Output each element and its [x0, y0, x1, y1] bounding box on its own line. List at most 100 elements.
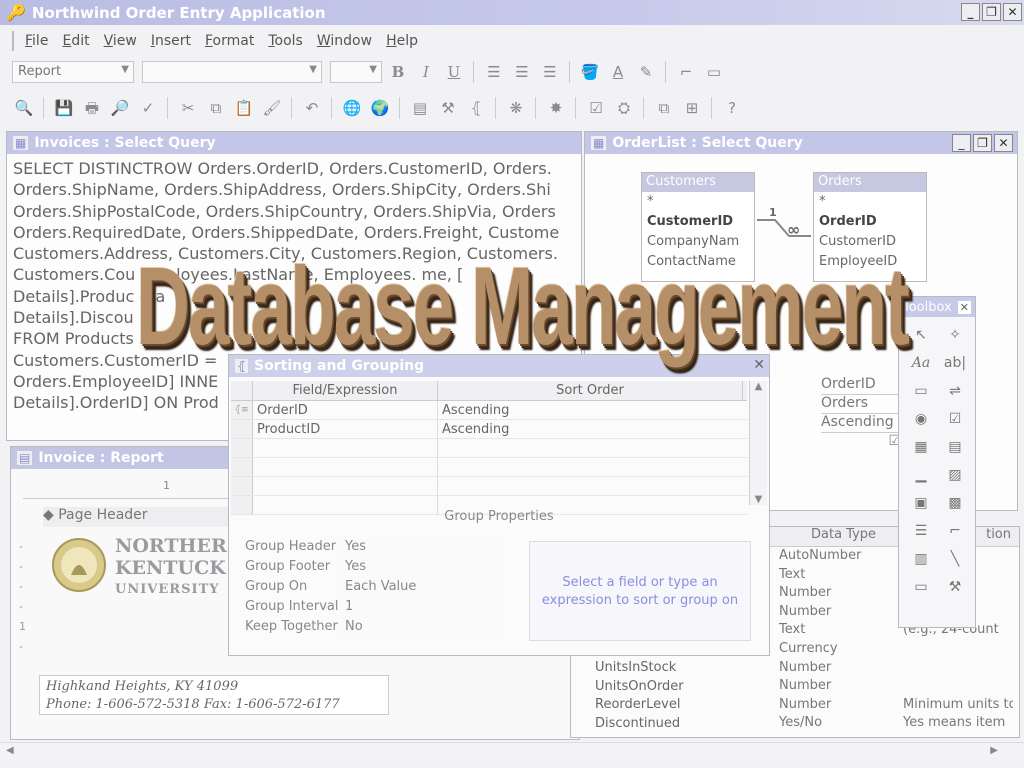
- sort-grid-row[interactable]: [231, 439, 747, 458]
- menu-file[interactable]: File: [25, 33, 48, 49]
- sort-field-cell[interactable]: [253, 477, 438, 495]
- undo-icon[interactable]: ↶: [300, 96, 324, 120]
- control-wizards-icon[interactable]: ✧: [941, 323, 969, 347]
- sort-field-cell[interactable]: OrderID: [253, 401, 438, 419]
- description-cell[interactable]: [903, 640, 1013, 659]
- insert-hyperlink-icon[interactable]: 🌐: [340, 96, 364, 120]
- size-combo[interactable]: ▼: [330, 61, 382, 83]
- group-property-row[interactable]: Group On Each Value: [229, 579, 519, 599]
- format-painter-icon[interactable]: 🖌: [260, 96, 284, 120]
- label-tool-icon[interactable]: Aa: [907, 351, 935, 375]
- data-type-cell[interactable]: Number: [779, 696, 899, 715]
- sorting-grouping-window[interactable]: ⦃ Sorting and Grouping ✕ Field/Expressio…: [228, 354, 770, 656]
- sort-grid-row[interactable]: ⦃≡ OrderID Ascending: [231, 401, 747, 420]
- description-cell[interactable]: Yes means item: [903, 714, 1013, 733]
- spelling-icon[interactable]: ✓: [136, 96, 160, 120]
- sort-grid-scrollbar[interactable]: ▲ ▼: [749, 381, 767, 505]
- group-property-row[interactable]: Keep Together No: [229, 619, 519, 639]
- scroll-right-icon[interactable]: ▶: [990, 745, 998, 756]
- border-width-icon[interactable]: ⌐: [674, 60, 698, 84]
- sort-order-cell[interactable]: Ascending: [438, 420, 743, 438]
- copy-icon[interactable]: ⧉: [204, 96, 228, 120]
- data-type-cell[interactable]: Yes/No: [779, 714, 899, 733]
- field-item[interactable]: CustomerID: [642, 212, 754, 232]
- list-box-icon[interactable]: ▤: [941, 435, 969, 459]
- design-grid[interactable]: OrderID Orders Ascending ☑: [821, 376, 901, 452]
- page-header-band[interactable]: ◆ Page Header: [43, 507, 243, 527]
- sort-order-cell[interactable]: Ascending: [438, 401, 743, 419]
- code-icon[interactable]: ✸: [544, 96, 568, 120]
- unbound-object-icon[interactable]: ▣: [907, 491, 935, 515]
- design-grid-table[interactable]: Orders: [821, 395, 901, 414]
- menu-edit[interactable]: Edit: [62, 33, 89, 49]
- align-left-icon[interactable]: ☰: [482, 60, 506, 84]
- select-objects-icon[interactable]: ↖: [907, 323, 935, 347]
- minimize-button[interactable]: _: [961, 3, 980, 21]
- address-textbox[interactable]: Highkand Heights, KY 41099 Phone: 1-606-…: [39, 675, 389, 715]
- menu-help[interactable]: Help: [386, 33, 418, 49]
- special-effect-icon[interactable]: ▭: [702, 60, 726, 84]
- autoformat-icon[interactable]: ❋: [504, 96, 528, 120]
- bold-button[interactable]: B: [386, 60, 410, 84]
- combo-box-icon[interactable]: ▦: [907, 435, 935, 459]
- bound-object-icon[interactable]: ▩: [941, 491, 969, 515]
- font-color-icon[interactable]: A: [606, 60, 630, 84]
- field-item[interactable]: *: [814, 192, 926, 212]
- toolbox-title-bar[interactable]: Toolbox ✕: [899, 297, 975, 317]
- group-property-row[interactable]: Group Interval 1: [229, 599, 519, 619]
- data-type-cell[interactable]: Text: [779, 621, 899, 640]
- scroll-up-icon[interactable]: ▲: [750, 381, 767, 392]
- sort-field-cell[interactable]: [253, 439, 438, 457]
- database-window-icon[interactable]: ⧉: [652, 96, 676, 120]
- property-value[interactable]: Yes: [341, 559, 503, 579]
- subreport-icon[interactable]: ▥: [907, 547, 935, 571]
- sorting-grouping-icon[interactable]: ⦃: [464, 96, 488, 120]
- sort-grid[interactable]: Field/Expression Sort Order ⦃≡ OrderID A…: [231, 381, 747, 515]
- toggle-button-icon[interactable]: ⇌: [941, 379, 969, 403]
- align-center-icon[interactable]: ☰: [510, 60, 534, 84]
- command-button-icon[interactable]: ▁: [907, 463, 935, 487]
- cut-icon[interactable]: ✂: [176, 96, 200, 120]
- view-icon[interactable]: 🔍: [12, 96, 36, 120]
- data-type-cell[interactable]: Number: [779, 603, 899, 622]
- menu-insert[interactable]: Insert: [151, 33, 191, 49]
- scroll-left-icon[interactable]: ◀: [6, 745, 14, 756]
- description-cell[interactable]: [903, 677, 1013, 696]
- design-grid-field[interactable]: OrderID: [821, 376, 901, 395]
- sort-field-cell[interactable]: ProductID: [253, 420, 438, 438]
- sort-grid-row[interactable]: [231, 458, 747, 477]
- restore-button[interactable]: ❐: [973, 134, 992, 152]
- tab-control-icon[interactable]: ⌐: [941, 519, 969, 543]
- sort-order-cell[interactable]: [438, 458, 743, 476]
- minimize-button[interactable]: _: [952, 134, 971, 152]
- description-cell[interactable]: [903, 659, 1013, 678]
- menu-format[interactable]: Format: [205, 33, 254, 49]
- checkbox-icon[interactable]: ☑: [821, 433, 901, 452]
- sort-grid-row[interactable]: ProductID Ascending: [231, 420, 747, 439]
- field-name-cell[interactable]: Discontinued: [595, 715, 775, 734]
- option-group-icon[interactable]: ▭: [907, 379, 935, 403]
- paste-icon[interactable]: 📋: [232, 96, 256, 120]
- line-tool-icon[interactable]: ╲: [941, 547, 969, 571]
- checkbox-tool-icon[interactable]: ☑: [941, 407, 969, 431]
- rectangle-tool-icon[interactable]: ▭: [907, 575, 935, 599]
- data-type-cell[interactable]: Currency: [779, 640, 899, 659]
- design-grid-sort[interactable]: Ascending: [821, 414, 901, 433]
- invoices-query-title-bar[interactable]: ▦ Invoices : Select Query: [7, 132, 581, 154]
- scroll-down-icon[interactable]: ▼: [750, 494, 767, 505]
- data-type-cell[interactable]: Text: [779, 566, 899, 585]
- field-item[interactable]: *: [642, 192, 754, 212]
- properties-icon[interactable]: ☑: [584, 96, 608, 120]
- toolbox-window[interactable]: Toolbox ✕ ↖ ✧ Aa ab| ▭ ⇌ ◉ ☑ ▦ ▤ ▁ ▨ ▣ ▩…: [898, 296, 976, 628]
- close-button[interactable]: ✕: [994, 134, 1013, 152]
- description-cell[interactable]: Minimum units to: [903, 696, 1013, 715]
- sort-field-cell[interactable]: [253, 458, 438, 476]
- close-button[interactable]: ✕: [1003, 3, 1022, 21]
- restore-button[interactable]: ❐: [982, 3, 1001, 21]
- field-item[interactable]: OrderID: [814, 212, 926, 232]
- close-icon[interactable]: ✕: [957, 300, 971, 314]
- textbox-tool-icon[interactable]: ab|: [941, 351, 969, 375]
- new-object-icon[interactable]: ⊞: [680, 96, 704, 120]
- print-preview-icon[interactable]: 🔎: [108, 96, 132, 120]
- font-combo[interactable]: ▼: [142, 61, 322, 83]
